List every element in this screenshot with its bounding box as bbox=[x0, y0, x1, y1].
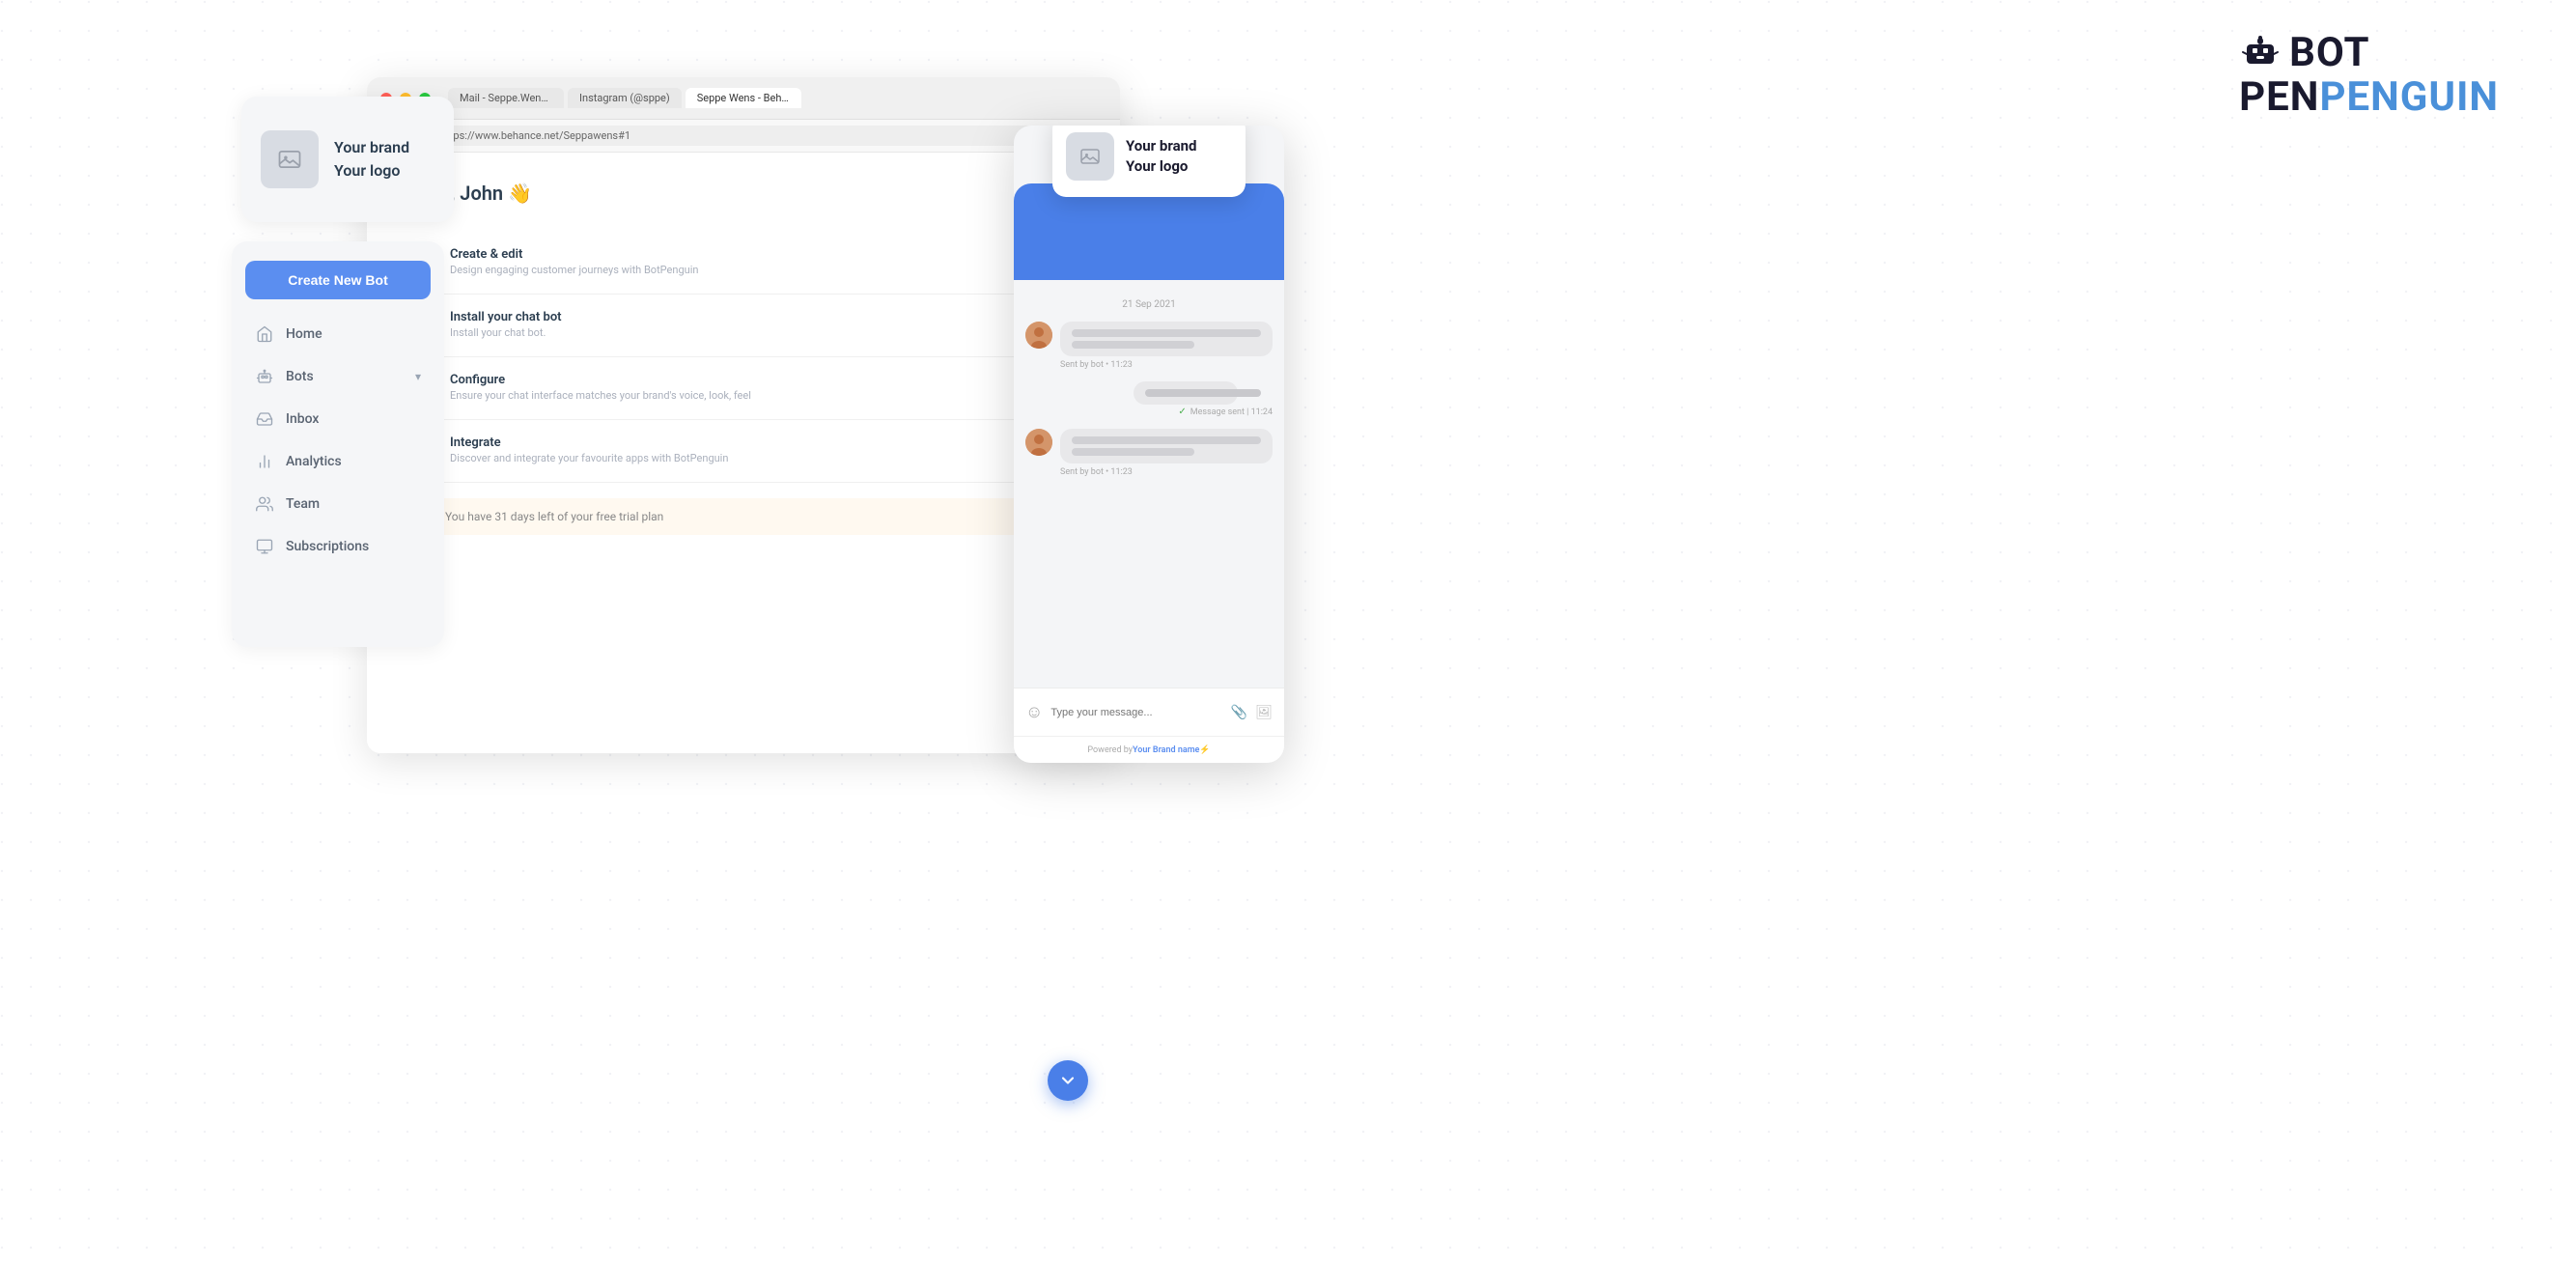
chat-brand-card: Your brand Your logo bbox=[1052, 126, 1246, 197]
chat-bubble-group-1: Sent by bot • 11:23 bbox=[1060, 322, 1273, 370]
powered-by-bar: Powered by Your Brand name ⚡ bbox=[1014, 736, 1284, 763]
chat-widget: Your brand Your logo 21 Sep 2021 bbox=[1014, 126, 1284, 763]
chat-message-received-1: Sent by bot • 11:23 bbox=[1025, 322, 1273, 370]
image-button[interactable]: 🖼 bbox=[1255, 705, 1273, 720]
chat-meta-2: Sent by bot • 11:23 bbox=[1060, 467, 1273, 477]
chevron-down-icon bbox=[1058, 1071, 1078, 1090]
bots-icon bbox=[255, 367, 274, 386]
home-icon bbox=[255, 324, 274, 344]
sidebar-label-inbox: Inbox bbox=[286, 411, 319, 427]
browser-window: Mail - Seppe.Wens@gmail.com Instagram (@… bbox=[367, 77, 1120, 753]
scroll-down-button[interactable] bbox=[1048, 1060, 1088, 1101]
browser-tab-behance[interactable]: Seppe Wens - Behance bbox=[686, 88, 801, 108]
main-content: Your brand Your logo Create New Bot Home bbox=[212, 77, 1274, 1139]
robot-icon bbox=[2239, 35, 2282, 71]
chat-message-sent: ✓ Message sent | 11:24 bbox=[1025, 381, 1273, 417]
chat-message-received-2: Sent by bot • 11:23 bbox=[1025, 429, 1273, 477]
botpenguin-logo: BOT PENPENGUIN bbox=[2239, 31, 2499, 120]
sidebar-label-subscriptions: Subscriptions bbox=[286, 539, 369, 554]
trial-banner: 🔔 You have 31 days left of your free tri… bbox=[406, 498, 1081, 535]
brand-logo-image-placeholder bbox=[261, 130, 319, 188]
chat-avatar-1 bbox=[1025, 322, 1052, 349]
chat-input-bar: ☺ 📎 🖼 bbox=[1014, 688, 1284, 736]
chat-sent-group: ✓ Message sent | 11:24 bbox=[1134, 381, 1273, 417]
powered-brand-name: Your Brand name bbox=[1133, 745, 1199, 755]
chat-meta-sent: ✓ Message sent | 11:24 bbox=[1134, 407, 1273, 417]
greeting-text: Hello, John 👋 bbox=[406, 182, 1081, 205]
logo-text-pen: PENPENGUIN bbox=[2239, 75, 2499, 120]
sidebar-item-subscriptions[interactable]: Subscriptions bbox=[245, 527, 431, 566]
inbox-icon bbox=[255, 409, 274, 429]
browser-tab-mail[interactable]: Mail - Seppe.Wens@gmail.com bbox=[448, 88, 564, 108]
analytics-icon bbox=[255, 452, 274, 471]
brand-card-text: Your brand Your logo bbox=[334, 136, 409, 183]
bots-arrow-icon: ▾ bbox=[415, 370, 421, 383]
feature-content-configure: Configure Ensure your chat interface mat… bbox=[450, 373, 751, 402]
feature-content-create: Create & edit Design engaging customer j… bbox=[450, 247, 698, 276]
chat-bubble-2 bbox=[1060, 429, 1273, 463]
create-new-bot-button[interactable]: Create New Bot bbox=[245, 261, 431, 299]
team-icon bbox=[255, 494, 274, 514]
chat-body: 21 Sep 2021 Sent by bot • 11:23 bbox=[1014, 280, 1284, 688]
sidebar-item-home[interactable]: Home bbox=[245, 315, 431, 353]
trial-text: You have 31 days left of your free trial… bbox=[445, 510, 663, 523]
chat-bubble-group-2: Sent by bot • 11:23 bbox=[1060, 429, 1273, 477]
browser-content: Hello, John 👋 ✏️ Create & edit Design en… bbox=[367, 153, 1120, 753]
sidebar-label-team: Team bbox=[286, 496, 320, 512]
sidebar-item-inbox[interactable]: Inbox bbox=[245, 400, 431, 438]
subscriptions-icon bbox=[255, 537, 274, 556]
powered-icon: ⚡ bbox=[1199, 745, 1210, 755]
chat-brand-text: Your brand Your logo bbox=[1126, 136, 1196, 177]
feature-create-edit: ✏️ Create & edit Design engaging custome… bbox=[406, 232, 1081, 295]
sidebar-label-home: Home bbox=[286, 326, 322, 342]
feature-integrate: 🔗 Integrate Discover and integrate your … bbox=[406, 420, 1081, 483]
feature-content-install: Install your chat bot Install your chat … bbox=[450, 310, 562, 339]
attach-button[interactable]: 📎 bbox=[1231, 705, 1247, 720]
sidebar-item-bots[interactable]: Bots ▾ bbox=[245, 357, 431, 396]
feature-configure: ⚙️ Configure Ensure your chat interface … bbox=[406, 357, 1081, 420]
chat-input-field[interactable] bbox=[1050, 707, 1222, 718]
chat-meta-1: Sent by bot • 11:23 bbox=[1060, 360, 1273, 370]
feature-install: 🚀 Install your chat bot Install your cha… bbox=[406, 295, 1081, 357]
chat-widget-header bbox=[1014, 183, 1284, 280]
sidebar-item-team[interactable]: Team bbox=[245, 485, 431, 523]
sidebar-panel: Create New Bot Home bbox=[232, 241, 444, 647]
chat-avatar-2 bbox=[1025, 429, 1052, 456]
feature-content-integrate: Integrate Discover and integrate your fa… bbox=[450, 435, 728, 464]
browser-tabs: Mail - Seppe.Wens@gmail.com Instagram (@… bbox=[448, 88, 801, 108]
chat-bubble-sent bbox=[1134, 381, 1238, 405]
check-icon: ✓ bbox=[1178, 407, 1186, 417]
browser-urlbar: ‹ › ↻ https://www.behance.net/Seppawens#… bbox=[367, 120, 1120, 153]
chat-brand-logo-placeholder bbox=[1066, 132, 1114, 181]
chat-bubble-1 bbox=[1060, 322, 1273, 356]
chat-date-divider: 21 Sep 2021 bbox=[1025, 299, 1273, 310]
sidebar-label-analytics: Analytics bbox=[286, 454, 342, 469]
logo-text-bot: BOT bbox=[2289, 31, 2369, 75]
emoji-button[interactable]: ☺ bbox=[1025, 702, 1043, 722]
browser-titlebar: Mail - Seppe.Wens@gmail.com Instagram (@… bbox=[367, 77, 1120, 120]
feature-list: ✏️ Create & edit Design engaging custome… bbox=[406, 232, 1081, 483]
brand-card-topleft: Your brand Your logo bbox=[241, 97, 454, 222]
browser-tab-instagram[interactable]: Instagram (@sppe) bbox=[568, 88, 682, 108]
url-bar[interactable]: https://www.behance.net/Seppawens#1 bbox=[427, 126, 1108, 146]
sidebar-item-analytics[interactable]: Analytics bbox=[245, 442, 431, 481]
sidebar-label-bots: Bots bbox=[286, 369, 314, 384]
